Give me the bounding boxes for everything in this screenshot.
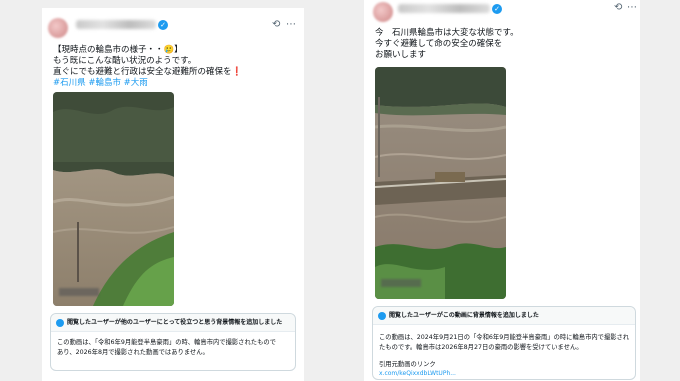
note-header: 閲覧したユーザーが他のユーザーにとって役立つと思う背景情報を追加しました bbox=[51, 314, 295, 332]
more-icon[interactable]: ⋯ bbox=[627, 3, 637, 13]
username-blurred[interactable] bbox=[398, 4, 490, 13]
grok-icon[interactable]: ⟲ bbox=[272, 20, 280, 30]
flood-video-frame bbox=[375, 67, 506, 299]
post-text-line-2: 今すぐ避難して命の安全の確保を bbox=[375, 39, 503, 49]
right-post-card: ✓ ⟲ ⋯ 今 石川県輪島市は大変な状態です。 今すぐ避難して命の安全の確保を … bbox=[364, 0, 640, 381]
flood-video[interactable] bbox=[375, 67, 506, 299]
source-link[interactable]: x.com/keQixxdbLWtUPh... bbox=[379, 370, 456, 377]
verified-icon: ✓ bbox=[158, 20, 168, 30]
source-label: 引用元動画のリンク bbox=[379, 361, 436, 368]
avatar[interactable] bbox=[48, 18, 68, 38]
post-text-line-1: 今 石川県輪島市は大変な状態です。 bbox=[375, 28, 519, 38]
post-text-line-2: もう既にこんな酷い状況のようです。 bbox=[53, 56, 197, 66]
verified-icon: ✓ bbox=[492, 4, 502, 14]
post-text-line-3: 直ぐにでも避難と行政は安全な避難所の確保を❗ bbox=[53, 67, 243, 77]
flood-video-frame bbox=[53, 92, 174, 306]
note-body: この動画は、2024年9月21日の「令和6年9月能登半島豪雨」の時に輪島市内で撮… bbox=[379, 334, 630, 351]
post-text-line-3: お願いします bbox=[375, 50, 427, 60]
note-header: 閲覧したユーザーがこの動画に背景情報を追加しました bbox=[373, 307, 635, 325]
community-note: 閲覧したユーザーがこの動画に背景情報を追加しました この動画は、2024年9月2… bbox=[372, 306, 636, 380]
exclamation-icon: ❗ bbox=[231, 67, 243, 77]
hashtags[interactable]: #石川県 #輪島市 #大雨 bbox=[53, 78, 148, 89]
community-note: 閲覧したユーザーが他のユーザーにとって役立つと思う背景情報を追加しました この動… bbox=[50, 313, 296, 371]
post-text-line-1: 【現時点の輪島市の様子・・🥲】 bbox=[53, 45, 183, 55]
note-body: この動画は、「令和6年9月能登半島豪雨」の時、輪島市内で撮影されたもので あり、… bbox=[57, 339, 276, 356]
community-note-icon bbox=[378, 312, 386, 320]
flood-video[interactable] bbox=[53, 92, 174, 306]
avatar[interactable] bbox=[373, 2, 393, 22]
left-post-card: ✓ ⟲ ⋯ 【現時点の輪島市の様子・・🥲】 もう既にこんな酷い状況のようです。 … bbox=[42, 8, 304, 381]
username-blurred[interactable] bbox=[76, 20, 156, 29]
grok-icon[interactable]: ⟲ bbox=[614, 3, 622, 13]
community-note-icon bbox=[56, 319, 64, 327]
more-icon[interactable]: ⋯ bbox=[286, 20, 296, 30]
